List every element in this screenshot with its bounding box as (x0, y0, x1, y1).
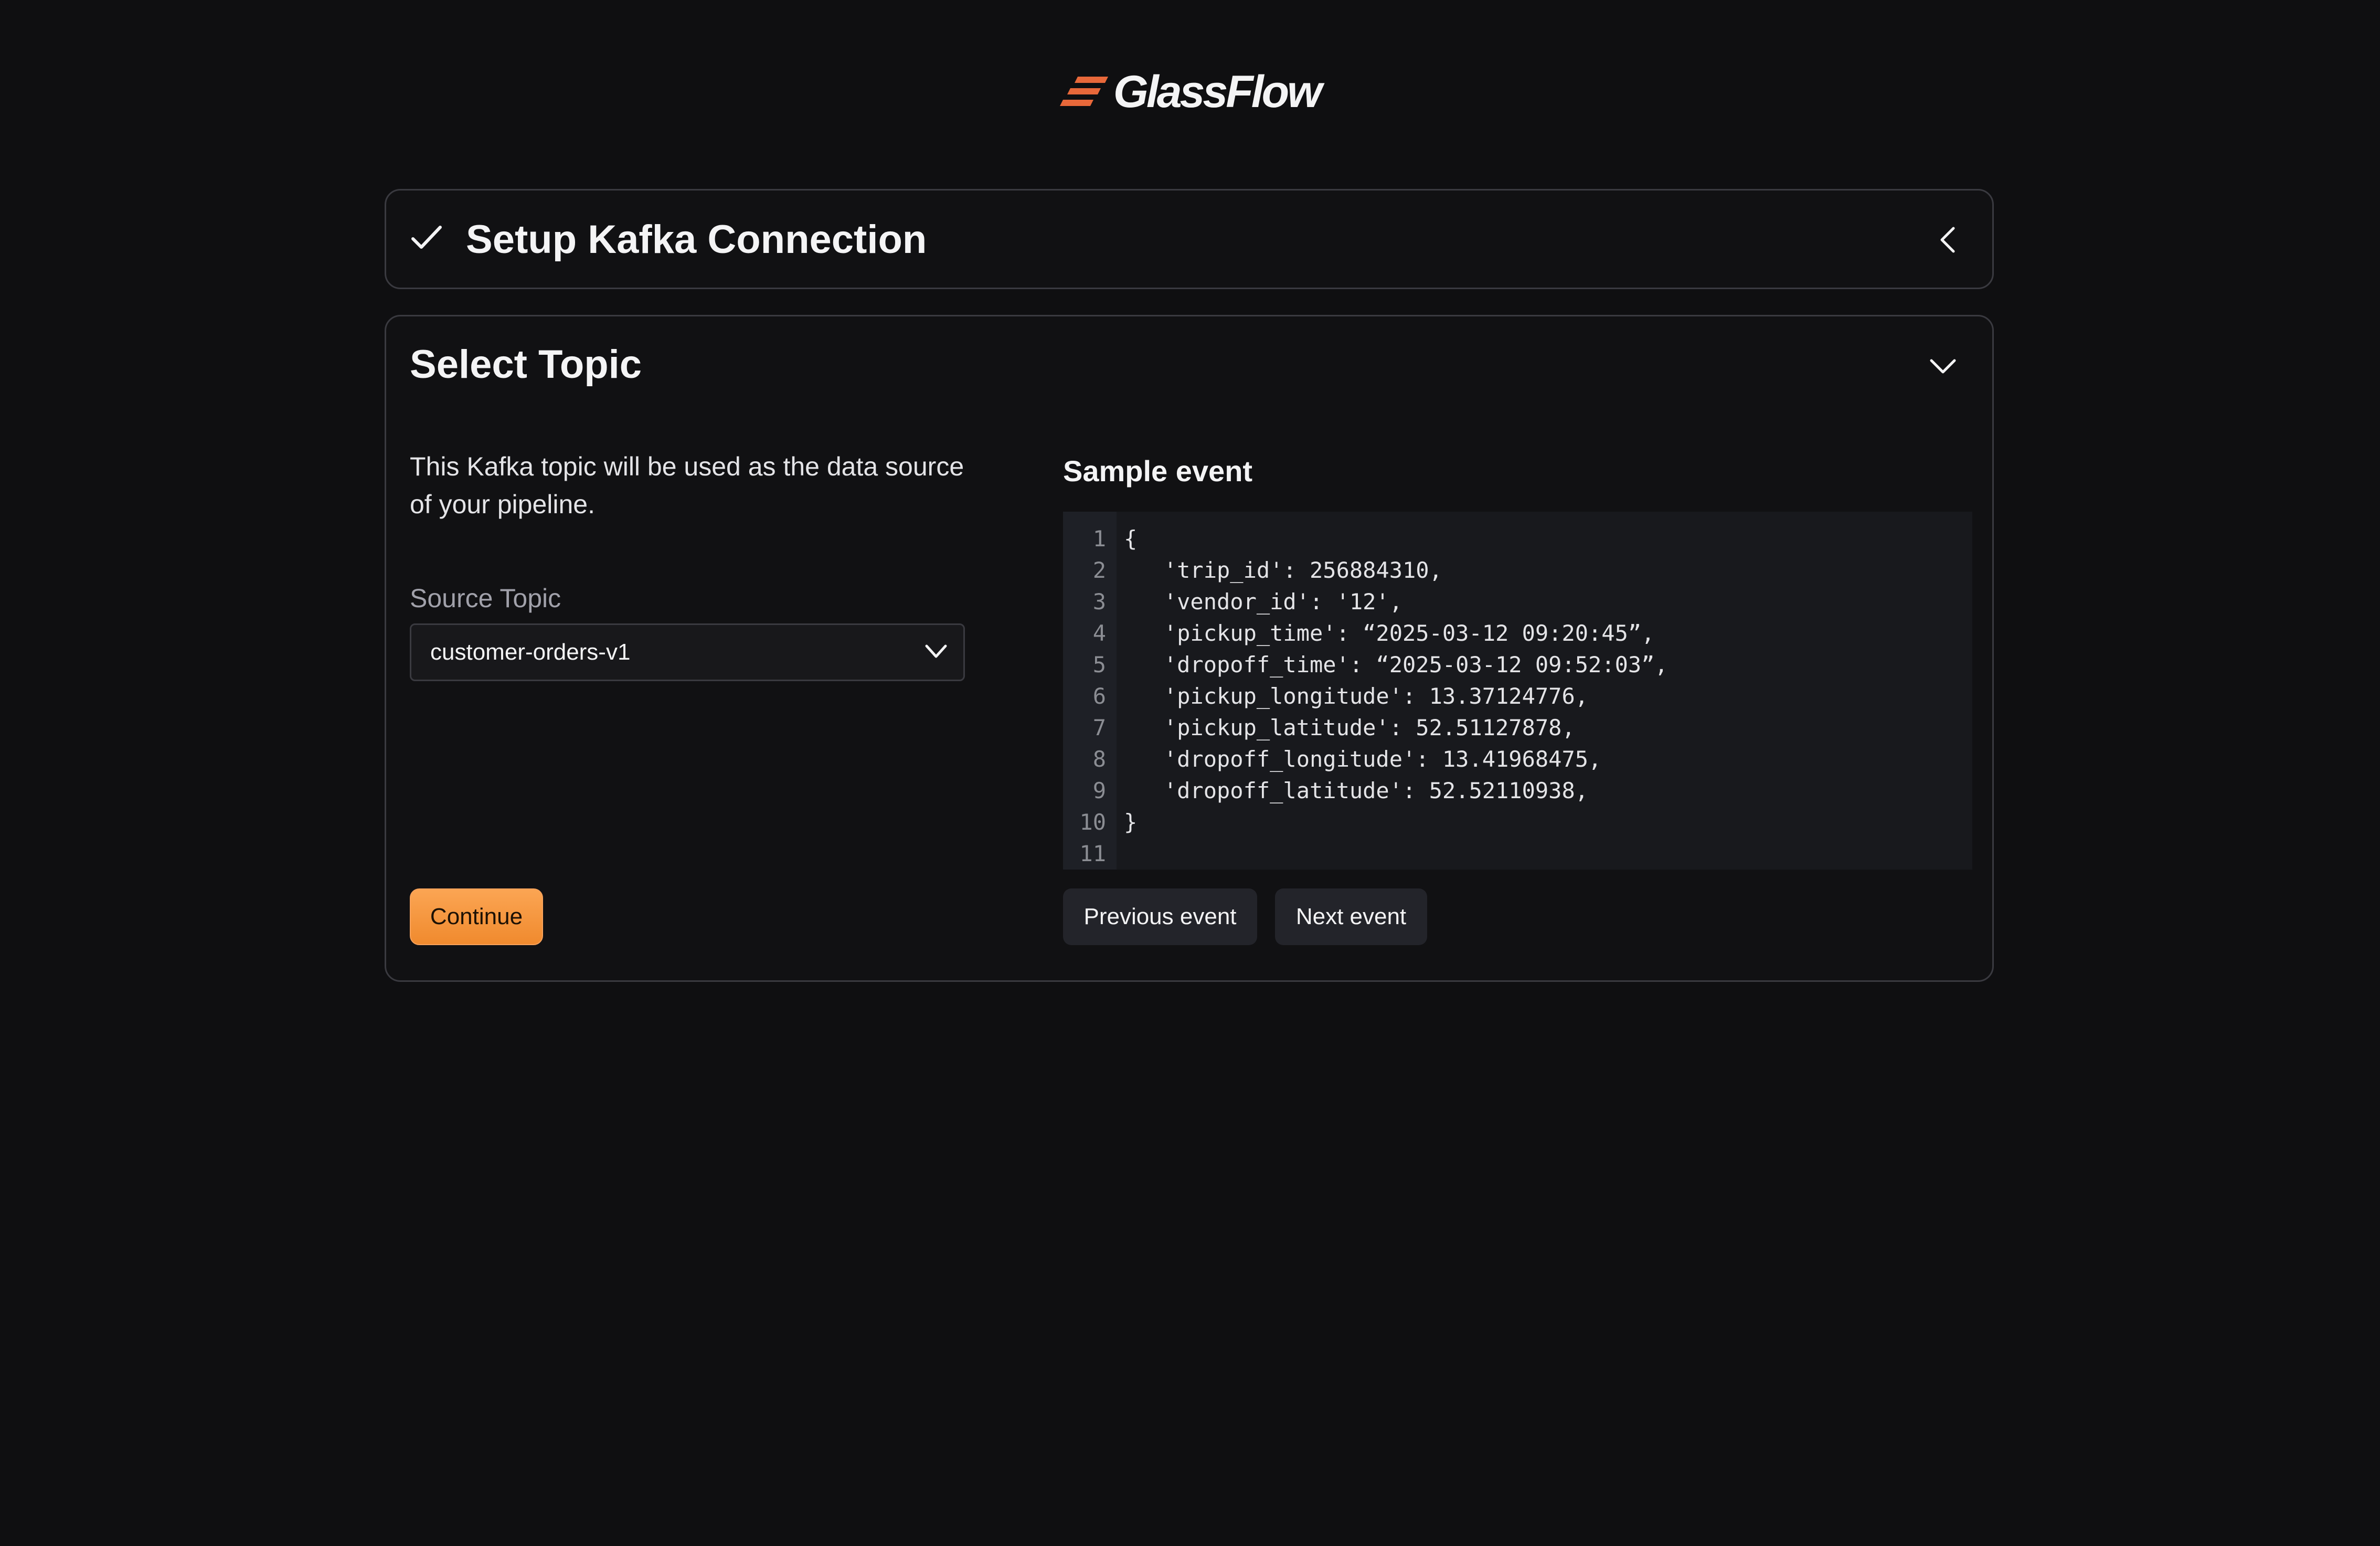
source-topic-label: Source Topic (410, 584, 561, 613)
code-line: 'dropoff_longitude': 13.41968475, (1124, 746, 1602, 772)
chevron-left-icon[interactable] (1938, 226, 1957, 253)
next-event-button[interactable]: Next event (1275, 888, 1427, 945)
code-line: { (1124, 526, 1138, 552)
step-setup-kafka[interactable]: Setup Kafka Connection (385, 189, 1994, 289)
code-line: 'dropoff_time': “2025-03-12 09:52:03”, (1124, 652, 1668, 677)
line-number: 9 (1092, 778, 1106, 803)
line-number: 5 (1092, 652, 1106, 677)
line-number-gutter: 1 2 3 4 5 6 7 8 9 10 11 (1063, 512, 1117, 870)
line-number: 6 (1092, 683, 1106, 709)
code-content[interactable]: { 'trip_id': 256884310, 'vendor_id': '12… (1117, 512, 1972, 870)
chevron-down-icon[interactable] (1929, 357, 1957, 376)
brand-name: GlassFlow (1113, 67, 1322, 117)
chevron-down-icon (925, 644, 947, 658)
line-number: 3 (1092, 589, 1106, 615)
line-number: 1 (1092, 526, 1106, 552)
previous-event-button[interactable]: Previous event (1063, 888, 1257, 945)
line-number: 2 (1092, 557, 1106, 583)
line-number: 8 (1092, 746, 1106, 772)
step-setup-kafka-title: Setup Kafka Connection (466, 217, 927, 262)
code-line: } (1124, 809, 1138, 835)
step-setup-kafka-header[interactable]: Setup Kafka Connection (386, 190, 1992, 288)
glassflow-logo: GlassFlow (0, 69, 2380, 114)
code-line: 'pickup_time': “2025-03-12 09:20:45”, (1124, 620, 1655, 646)
glassflow-logo-mark-icon (1059, 77, 1108, 106)
source-topic-select[interactable]: customer-orders-v1 (410, 623, 965, 681)
code-line: 'pickup_latitude': 52.51127878, (1124, 715, 1575, 740)
continue-button[interactable]: Continue (410, 888, 543, 945)
step-select-topic-title: Select Topic (410, 342, 642, 387)
check-icon (411, 226, 442, 249)
sample-event-code-editor[interactable]: 1 2 3 4 5 6 7 8 9 10 11 { 'trip_id': 256… (1063, 512, 1972, 870)
code-line: 'trip_id': 256884310, (1124, 557, 1442, 583)
line-number: 11 (1079, 841, 1106, 866)
sample-event-title: Sample event (1063, 454, 1253, 488)
line-number: 10 (1079, 809, 1106, 835)
code-line: 'dropoff_latitude': 52.52110938, (1124, 778, 1589, 803)
line-number: 7 (1092, 715, 1106, 740)
step-select-topic: Select Topic This Kafka topic will be us… (385, 315, 1994, 982)
code-line: 'vendor_id': '12', (1124, 589, 1403, 615)
code-line: 'pickup_longitude': 13.37124776, (1124, 683, 1589, 709)
line-number: 4 (1092, 620, 1106, 646)
topic-description: This Kafka topic will be used as the dat… (410, 452, 964, 519)
source-topic-value: customer-orders-v1 (430, 639, 631, 665)
